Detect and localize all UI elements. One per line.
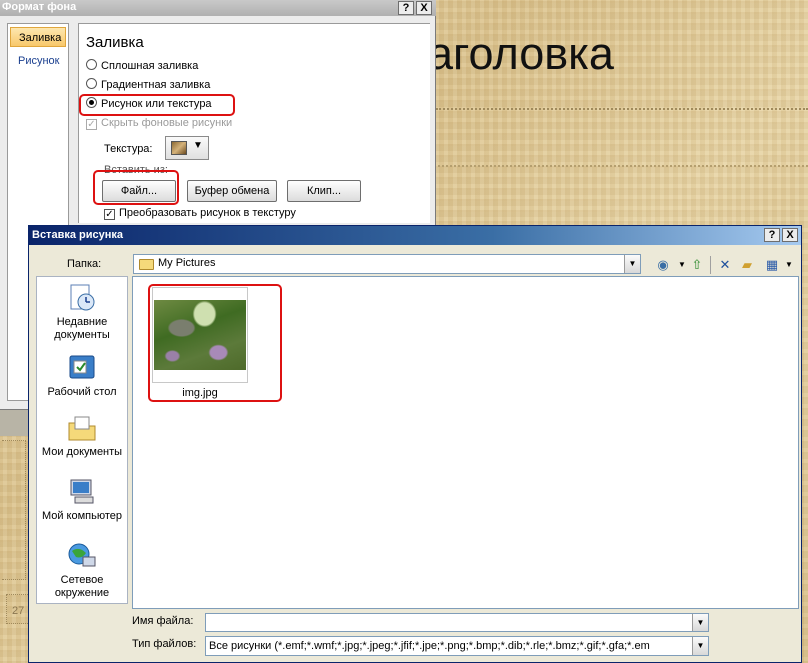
help-button[interactable]: ?	[764, 228, 780, 242]
highlight-outline	[148, 284, 282, 402]
highlight-outline	[93, 170, 179, 205]
place-recent-documents[interactable]: Недавние документы	[37, 283, 127, 342]
recent-documents-icon	[67, 283, 97, 313]
delete-icon[interactable]: ✕	[717, 257, 733, 273]
slide-placeholder-border	[436, 108, 808, 110]
solid-fill-radio[interactable]: Сплошная заливка	[86, 59, 198, 75]
texture-label: Текстура:	[104, 143, 153, 155]
back-icon[interactable]: ◉	[655, 257, 671, 273]
filetype-select[interactable]: Все рисунки (*.emf;*.wmf;*.jpg;*.jpeg;*.…	[205, 636, 709, 656]
chevron-down-icon[interactable]: ▼	[674, 257, 690, 273]
close-button[interactable]: X	[782, 228, 798, 242]
up-folder-icon[interactable]: ⇧	[689, 257, 705, 273]
texture-swatch-icon	[171, 141, 187, 155]
insert-picture-dialog: Вставка рисунка ? X Папка: My Pictures ▼…	[28, 225, 802, 663]
tile-picture-checkbox[interactable]: ✓ Преобразовать рисунок в текстуру	[104, 207, 296, 220]
slide-placeholder-border	[2, 440, 26, 580]
folder-select[interactable]: My Pictures ▼	[133, 254, 641, 274]
sidebar-item-fill[interactable]: Заливка	[10, 27, 66, 47]
slide-title[interactable]: аголовка	[428, 28, 614, 80]
chevron-down-icon[interactable]: ▼	[692, 637, 708, 655]
sidebar-item-picture[interactable]: Рисунок	[10, 51, 66, 71]
toolbar-separator	[710, 256, 711, 274]
slide-number: 27	[6, 594, 30, 624]
place-desktop[interactable]: Рабочий стол	[37, 353, 127, 399]
places-bar: Недавние документы Рабочий стол Мои доку…	[36, 276, 128, 604]
network-icon	[67, 541, 97, 571]
place-network[interactable]: Сетевое окружение	[37, 541, 127, 600]
new-folder-icon[interactable]: ▰	[739, 257, 755, 273]
help-button[interactable]: ?	[398, 1, 414, 15]
chevron-down-icon[interactable]: ▼	[781, 257, 797, 273]
filetype-label: Тип файлов:	[132, 638, 197, 650]
checkbox-checked[interactable]: ✓	[104, 209, 115, 220]
place-my-documents[interactable]: Мои документы	[37, 413, 127, 459]
filename-input[interactable]: ▼	[205, 613, 709, 632]
radio-button[interactable]	[86, 78, 97, 89]
folder-label: Папка:	[67, 258, 102, 270]
highlight-outline	[79, 94, 235, 116]
checkbox-checked[interactable]: ✓	[86, 119, 97, 130]
insert-dialog-title: Вставка рисунка	[32, 229, 123, 241]
radio-button[interactable]	[86, 59, 97, 70]
chevron-down-icon: ▼	[193, 140, 203, 151]
gradient-fill-radio[interactable]: Градиентная заливка	[86, 78, 210, 94]
place-my-computer[interactable]: Мой компьютер	[37, 477, 127, 523]
file-list-view: img.jpg	[132, 276, 799, 609]
folder-value: My Pictures	[158, 257, 216, 269]
my-computer-icon	[67, 477, 97, 507]
texture-picker-button[interactable]: ▼	[165, 136, 209, 160]
views-icon[interactable]: ▦	[764, 257, 780, 273]
clipboard-button[interactable]: Буфер обмена	[187, 180, 277, 202]
my-documents-icon	[67, 413, 97, 443]
section-title: Заливка	[86, 34, 144, 51]
clip-art-button[interactable]: Клип...	[287, 180, 361, 202]
insert-dialog-titlebar[interactable]: Вставка рисунка	[29, 226, 801, 245]
chevron-down-icon[interactable]: ▼	[692, 614, 708, 631]
hide-background-graphics-checkbox[interactable]: ✓ Скрыть фоновые рисунки	[86, 117, 232, 133]
chevron-down-icon[interactable]: ▼	[624, 255, 640, 273]
desktop-icon	[67, 353, 97, 383]
folder-icon	[139, 259, 154, 270]
format-dialog-titlebar[interactable]: Формат фона	[0, 0, 436, 16]
close-button[interactable]: X	[416, 1, 432, 15]
filename-label: Имя файла:	[132, 615, 194, 627]
slide-placeholder-border	[430, 165, 808, 167]
format-dialog-title: Формат фона	[2, 1, 77, 13]
fill-options-panel: Заливка Сплошная заливка Градиентная зал…	[78, 23, 430, 223]
